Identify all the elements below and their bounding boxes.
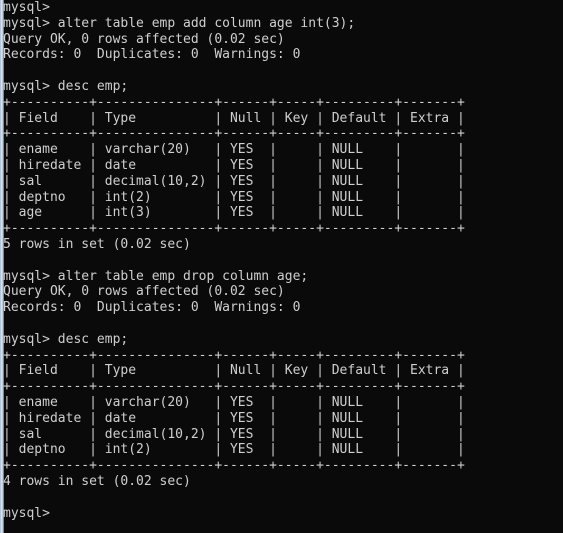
- console-line: mysql> alter table emp add column age in…: [3, 15, 356, 31]
- console-line: mysql> alter table emp drop column age;: [3, 268, 309, 284]
- console-line: | ename | varchar(20) | YES | | NULL | |: [3, 142, 465, 158]
- console-line: +----------+---------------+------+-----…: [3, 379, 465, 395]
- console-line: mysql> desc emp;: [3, 78, 129, 94]
- console-line: | Field | Type | Null | Key | Default | …: [3, 363, 465, 379]
- console-line: | deptno | int(2) | YES | | NULL | |: [3, 189, 465, 205]
- console-line: 4 rows in set (0.02 sec): [3, 473, 191, 489]
- console-line: | ename | varchar(20) | YES | | NULL | |: [3, 394, 465, 410]
- console-line: | Field | Type | Null | Key | Default | …: [3, 110, 465, 126]
- console-line: Records: 0 Duplicates: 0 Warnings: 0: [3, 47, 301, 63]
- console-line: | age | int(3) | YES | | NULL | |: [3, 205, 465, 221]
- console-line: | sal | decimal(10,2) | YES | | NULL | |: [3, 173, 465, 189]
- console-line: | hiredate | date | YES | | NULL | |: [3, 157, 465, 173]
- console-line: mysql>: [3, 505, 50, 521]
- console-line: +----------+---------------+------+-----…: [3, 94, 465, 110]
- console-line: 5 rows in set (0.02 sec): [3, 236, 191, 252]
- console-line: | deptno | int(2) | YES | | NULL | |: [3, 442, 465, 458]
- console-line: +----------+---------------+------+-----…: [3, 221, 465, 237]
- terminal-window[interactable]: mysql> mysql> alter table emp add column …: [0, 0, 563, 533]
- console-line: Query OK, 0 rows affected (0.02 sec): [3, 31, 285, 47]
- console-line: +----------+---------------+------+-----…: [3, 458, 465, 474]
- console-line: Query OK, 0 rows affected (0.02 sec): [3, 284, 285, 300]
- console-line: +----------+---------------+------+-----…: [3, 347, 465, 363]
- console-output: mysql> mysql> alter table emp add column …: [3, 0, 563, 521]
- console-line: | hiredate | date | YES | | NULL | |: [3, 410, 465, 426]
- console-line: +----------+---------------+------+-----…: [3, 126, 465, 142]
- console-line: | sal | decimal(10,2) | YES | | NULL | |: [3, 426, 465, 442]
- console-line: Records: 0 Duplicates: 0 Warnings: 0: [3, 300, 301, 316]
- console-line: mysql>: [3, 0, 50, 15]
- console-line: mysql> desc emp;: [3, 331, 129, 347]
